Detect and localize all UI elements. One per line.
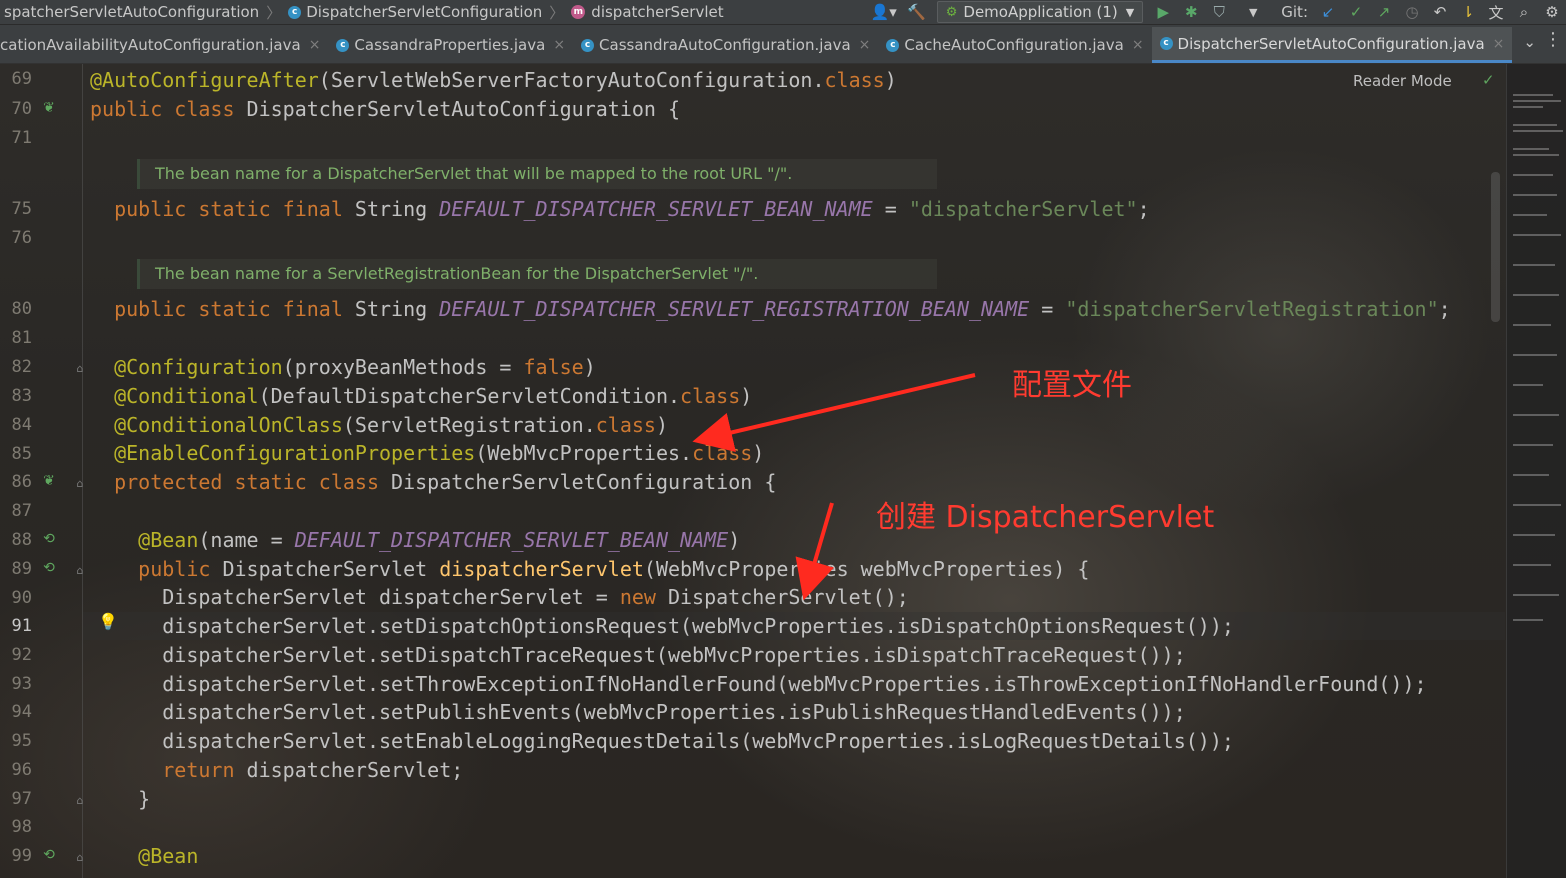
arrow-to-enable-config-properties	[692, 373, 976, 452]
arrow-to-new-dispatcher-servlet	[795, 502, 834, 601]
callout-create-servlet: 创建 DispatcherServlet	[876, 500, 1215, 535]
annotation-arrows	[692, 373, 976, 601]
callout-config-file: 配置文件	[1012, 368, 1132, 403]
